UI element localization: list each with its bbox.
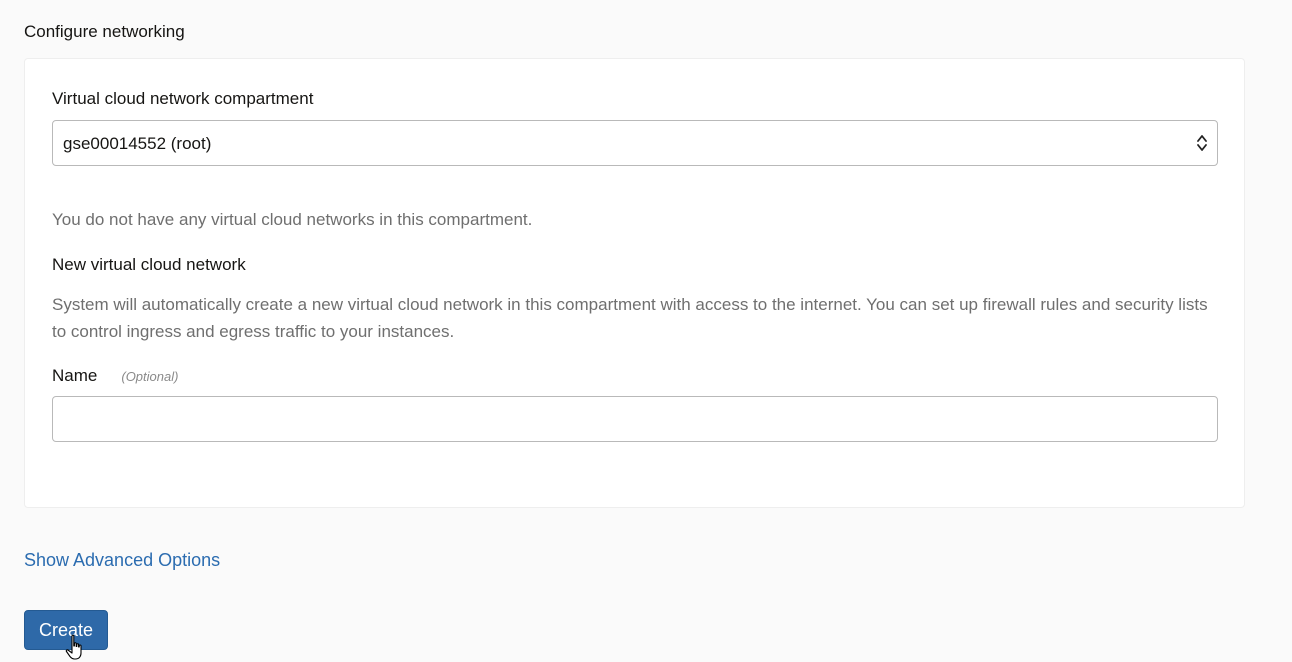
updown-chevron-icon <box>1196 133 1208 153</box>
networking-panel: Virtual cloud network compartment gse000… <box>24 58 1245 508</box>
new-vcn-description: System will automatically create a new v… <box>52 295 1208 341</box>
no-vcn-message: You do not have any virtual cloud networ… <box>52 210 533 229</box>
compartment-select[interactable]: gse00014552 (root) <box>52 120 1218 166</box>
optional-tag: (Optional) <box>121 369 179 384</box>
section-title: Configure networking <box>24 22 185 41</box>
name-label: Name <box>52 366 98 385</box>
new-vcn-heading: New virtual cloud network <box>52 255 246 274</box>
vcn-name-input[interactable] <box>52 396 1218 442</box>
create-button[interactable]: Create <box>24 610 108 650</box>
configure-networking-page: Configure networking Virtual cloud netwo… <box>0 0 1292 662</box>
show-advanced-options-link[interactable]: Show Advanced Options <box>24 548 220 572</box>
compartment-label: Virtual cloud network compartment <box>52 89 314 108</box>
compartment-select-value: gse00014552 (root) <box>63 134 212 153</box>
name-field-label-row: Name (Optional) <box>52 365 178 388</box>
